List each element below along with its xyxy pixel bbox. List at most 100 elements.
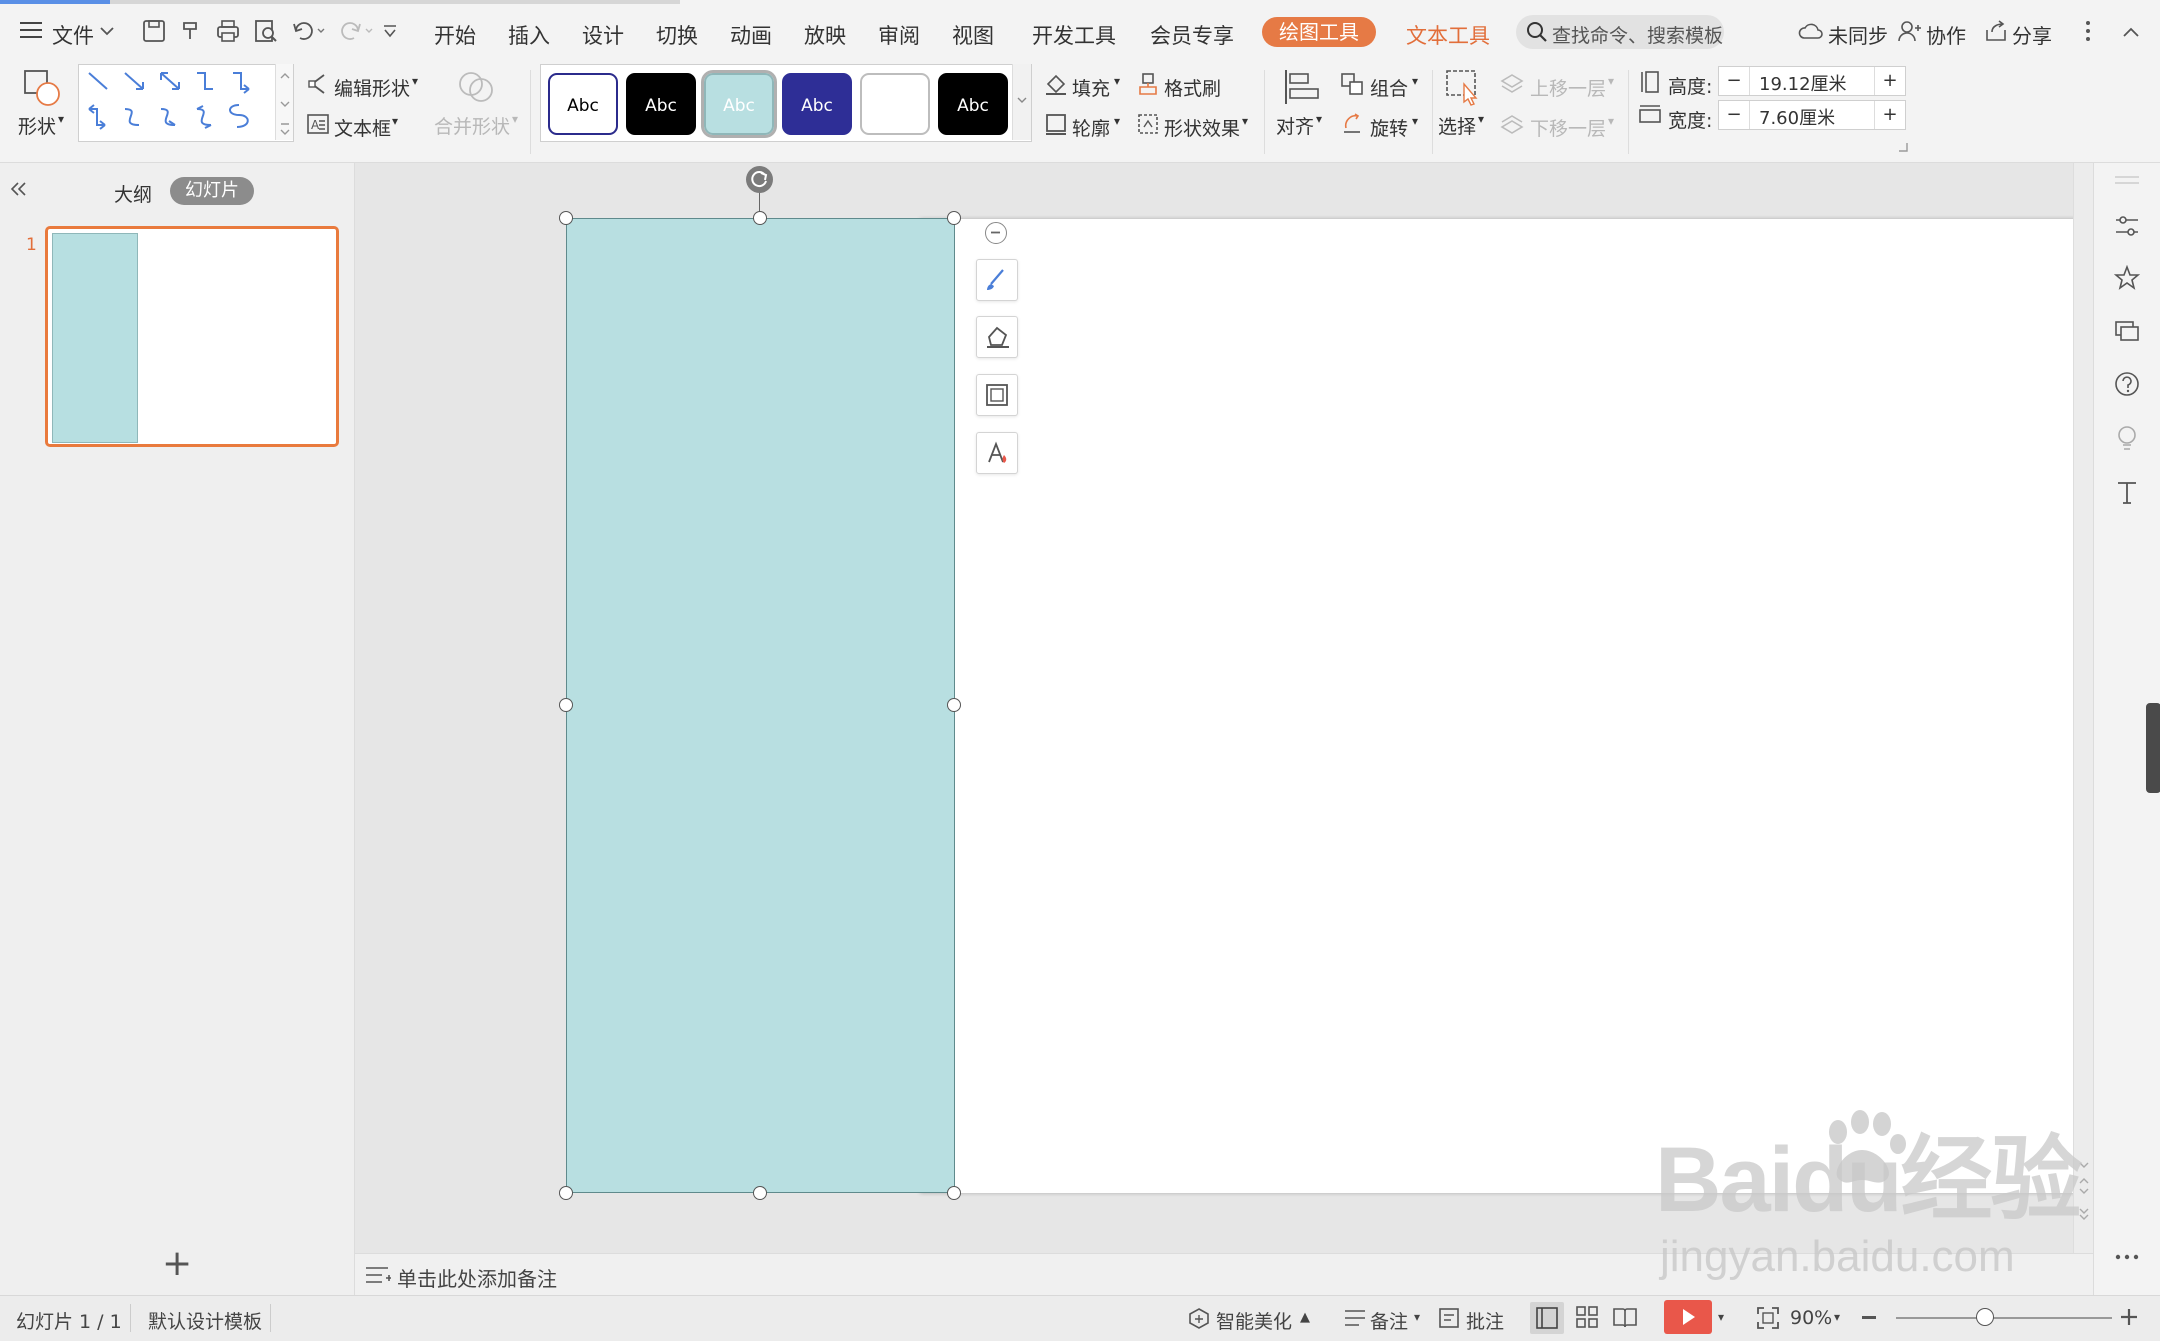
resize-handle-bottom[interactable] (753, 1186, 767, 1200)
property-settings-icon[interactable] (2114, 213, 2140, 239)
quick-fill-icon[interactable] (976, 316, 1018, 358)
fill-button[interactable]: 填充 (1072, 74, 1110, 101)
tab-slideshow[interactable]: 放映 (804, 20, 846, 50)
zoom-slider-knob[interactable] (1976, 1308, 1994, 1326)
text-box-icon[interactable]: A (306, 112, 330, 136)
group-icon[interactable] (1340, 72, 1364, 96)
animation-star-icon[interactable] (2114, 265, 2140, 291)
rail-side-handle[interactable] (2146, 703, 2160, 793)
resize-handle-top[interactable] (753, 211, 767, 225)
select-button[interactable]: 选择 (1438, 112, 1476, 139)
smart-beautify-icon[interactable] (1188, 1307, 1210, 1329)
tab-drawing-tools[interactable]: 绘图工具 (1262, 17, 1376, 47)
zoom-in-icon[interactable] (2120, 1308, 2138, 1326)
chevron-down-icon[interactable] (100, 26, 114, 36)
idea-bulb-icon[interactable] (2114, 425, 2140, 451)
normal-view-button[interactable] (1530, 1302, 1564, 1334)
shape-effects-button[interactable]: 形状效果 (1164, 114, 1240, 141)
zoom-slider-track[interactable] (1896, 1317, 2112, 1319)
help-icon[interactable] (2114, 371, 2140, 397)
width-value[interactable]: 7.60厘米 (1759, 104, 1835, 130)
zoom-out-icon[interactable] (1862, 1316, 1876, 1319)
text-format-icon[interactable] (2114, 479, 2140, 505)
style-swatch-6[interactable]: Abc (938, 73, 1008, 135)
resize-handle-bottom-left[interactable] (559, 1186, 573, 1200)
height-value[interactable]: 19.12厘米 (1759, 70, 1847, 96)
format-painter-button[interactable]: 格式刷 (1164, 74, 1221, 101)
height-increment-button[interactable]: + (1874, 67, 1905, 95)
shape-style-gallery[interactable]: Abc Abc Abc Abc Abc (540, 64, 1032, 142)
resize-handle-bottom-right[interactable] (947, 1186, 961, 1200)
tab-transitions[interactable]: 切换 (656, 20, 698, 50)
print-icon[interactable] (216, 19, 240, 43)
style-swatch-4[interactable]: Abc (782, 73, 852, 135)
align-button[interactable]: 对齐 (1276, 112, 1314, 139)
cloud-sync-icon[interactable] (1798, 21, 1824, 41)
collapse-ribbon-icon[interactable] (2122, 26, 2140, 38)
reading-view-icon[interactable] (1612, 1304, 1638, 1330)
notes-toggle-icon[interactable] (1344, 1308, 1366, 1328)
notes-toggle-button[interactable]: 备注 (1370, 1307, 1408, 1334)
tab-insert[interactable]: 插入 (508, 20, 550, 50)
collaborate-icon[interactable] (1898, 20, 1922, 42)
undo-icon[interactable] (292, 20, 326, 42)
share-icon[interactable] (1984, 20, 2008, 42)
height-input[interactable]: − 19.12厘米 + (1718, 66, 1906, 96)
chevron-down-icon[interactable]: ▾ (1718, 1310, 1724, 1324)
tab-animations[interactable]: 动画 (730, 20, 772, 50)
tab-review[interactable]: 审阅 (878, 20, 920, 50)
format-painter-icon[interactable] (180, 19, 204, 43)
style-swatch-2[interactable]: Abc (626, 73, 696, 135)
slide-transition-icon[interactable] (2114, 318, 2140, 344)
chevron-up-icon[interactable]: ▲ (1300, 1310, 1310, 1325)
chevron-down-icon[interactable]: ▾ (58, 112, 64, 126)
fill-icon[interactable] (1044, 72, 1068, 96)
collaborate-button[interactable]: 协作 (1926, 20, 1966, 49)
tab-member[interactable]: 会员专享 (1150, 20, 1234, 50)
zoom-level[interactable]: 90% (1790, 1307, 1832, 1329)
outline-icon[interactable] (1044, 112, 1068, 136)
comments-button[interactable]: 批注 (1466, 1307, 1504, 1334)
more-tools-icon[interactable] (2114, 1253, 2140, 1261)
style-swatch-1[interactable]: Abc (548, 73, 618, 135)
width-decrement-button[interactable]: − (1719, 101, 1750, 129)
shape-gallery-scrollbar[interactable] (275, 64, 293, 140)
add-slide-button[interactable]: + (162, 1246, 192, 1282)
quick-style-brush-icon[interactable] (976, 259, 1018, 301)
slide[interactable] (920, 219, 2160, 1193)
width-input[interactable]: − 7.60厘米 + (1718, 100, 1906, 130)
chevron-down-icon[interactable]: ▾ (1834, 1310, 1840, 1324)
quick-outline-icon[interactable] (976, 374, 1018, 416)
notes-placeholder[interactable]: 单击此处添加备注 (397, 1263, 557, 1292)
rotate-icon[interactable] (1340, 112, 1364, 136)
more-options-icon[interactable] (2084, 20, 2092, 42)
group-button[interactable]: 组合 (1370, 74, 1408, 101)
collapse-float-toolbar-icon[interactable] (985, 222, 1007, 244)
rotate-handle-icon[interactable] (746, 166, 773, 193)
sync-status[interactable]: 未同步 (1828, 20, 1888, 49)
collapse-panel-icon[interactable] (10, 181, 28, 197)
format-painter-icon[interactable] (1136, 72, 1160, 96)
play-slideshow-button[interactable] (1664, 1300, 1712, 1334)
shape-gallery[interactable] (78, 64, 294, 142)
edit-shape-icon[interactable] (306, 72, 330, 96)
edit-shape-button[interactable]: 编辑形状 (334, 74, 410, 101)
tab-view[interactable]: 视图 (952, 20, 994, 50)
smart-beautify-button[interactable]: 智能美化 (1216, 1307, 1292, 1334)
quick-text-style-icon[interactable] (976, 432, 1018, 474)
vertical-scrollbar[interactable] (2073, 163, 2094, 1253)
hamburger-menu-icon[interactable] (20, 20, 42, 40)
outline-button[interactable]: 轮廓 (1072, 114, 1110, 141)
file-menu[interactable]: 文件 (52, 20, 94, 50)
command-search-box[interactable]: 查找命令、搜索模板 (1516, 15, 1724, 49)
shape-effects-icon[interactable] (1136, 112, 1160, 136)
slide-sorter-view-icon[interactable] (1574, 1304, 1600, 1330)
select-icon[interactable] (1444, 68, 1484, 106)
align-icon[interactable] (1282, 68, 1322, 106)
redo-icon[interactable] (340, 20, 374, 42)
shape-button[interactable]: 形状 (18, 112, 56, 139)
shape-icon[interactable] (22, 68, 62, 108)
design-template[interactable]: 默认设计模板 (148, 1307, 262, 1334)
resize-handle-top-right[interactable] (947, 211, 961, 225)
height-decrement-button[interactable]: − (1719, 67, 1750, 95)
